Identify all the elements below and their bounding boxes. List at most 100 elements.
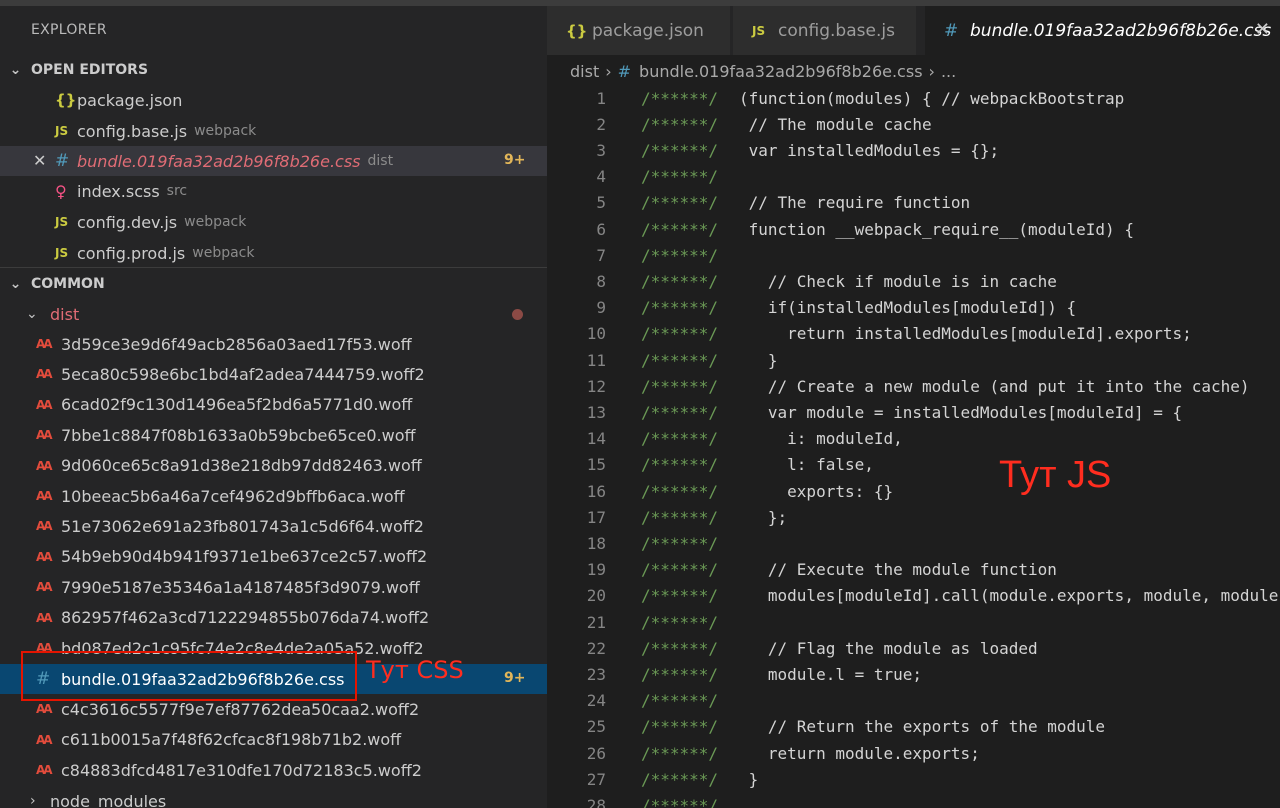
code-line: 23 /******/ module.l = true;: [547, 661, 1280, 687]
line-number: 24: [586, 691, 606, 711]
file-row[interactable]: AA 6cad02f9c130d1496ea5f2bd6a5771d0.woff: [0, 390, 547, 420]
tab-config-base[interactable]: JS config.base.js: [733, 6, 916, 55]
js-file-icon: JS: [752, 23, 766, 38]
json-file-icon: {}: [566, 21, 588, 40]
line-comment-prefix: /******/: [641, 664, 719, 684]
code-line: 20 /******/ modules[moduleId].call(module…: [547, 583, 1280, 609]
breadcrumb-more[interactable]: ...: [941, 62, 956, 81]
tab-label: package.json: [592, 20, 704, 41]
common-folder-header[interactable]: ⌄ COMMON: [0, 271, 547, 297]
close-icon[interactable]: ✕: [1255, 19, 1270, 40]
file-row[interactable]: AA 3d59ce3e9d6f49acb2856a03aed17f53.woff: [0, 329, 547, 359]
line-code: // Execute the module function: [739, 560, 1057, 580]
code-line: 9 /******/ if(installedModules[moduleId])…: [547, 295, 1280, 321]
line-comment-prefix: /******/: [641, 586, 719, 606]
js-file-icon: JS: [55, 215, 69, 229]
breadcrumb-folder[interactable]: dist: [570, 62, 599, 81]
code-line: 24 /******/: [547, 688, 1280, 714]
annotation-js-label: Тут JS: [999, 454, 1112, 496]
open-editor-desc: webpack: [194, 123, 257, 139]
file-name: c4c3616c5577f9e7ef87762dea50caa2.woff2: [61, 699, 420, 719]
file-row[interactable]: AA 9d060ce65c8a91d38e218db97dd82463.woff: [0, 451, 547, 481]
line-code: // Check if module is in cache: [739, 271, 1057, 291]
file-name: 3d59ce3e9d6f49acb2856a03aed17f53.woff: [61, 334, 412, 354]
file-name: c611b0015a7f48f62cfcac8f198b71b2.woff: [61, 730, 402, 749]
line-comment-prefix: /******/: [641, 743, 719, 763]
file-row[interactable]: AA 54b9eb90d4b941f9371e1be637ce2c57.woff2: [0, 542, 547, 572]
line-comment-prefix: /******/: [641, 167, 719, 187]
line-number: 15: [586, 455, 606, 475]
js-file-icon: JS: [55, 124, 69, 138]
tab-bundle-css[interactable]: # bundle.019faa32ad2b96f8b26e.css ✕: [925, 6, 1280, 55]
line-number: 5: [596, 193, 606, 213]
dist-folder[interactable]: ⌄ dist: [0, 299, 547, 329]
line-number: 1: [596, 88, 606, 108]
font-file-icon: AA: [36, 763, 53, 777]
code-editor[interactable]: 1 /******/ (function(modules) { // webpack…: [547, 85, 1280, 808]
line-comment-prefix: /******/: [641, 717, 719, 737]
line-comment-prefix: /******/: [641, 193, 719, 213]
tab-package-json[interactable]: {} package.json: [547, 6, 730, 55]
node-modules-folder[interactable]: › node_modules: [0, 786, 547, 808]
file-name: 7bbe1c8847f08b1633a0b59bcbe65ce0.woff: [61, 425, 416, 445]
line-code: };: [739, 507, 788, 527]
open-editor-name: bundle.019faa32ad2b96f8b26e.css: [77, 151, 361, 171]
line-code: }: [739, 769, 759, 789]
file-name: 10beeac5b6a46a7cef4962d9bffb6aca.woff: [61, 486, 405, 506]
css-file-icon: #: [617, 61, 632, 81]
line-number: 2: [596, 114, 606, 134]
file-name: 862957f462a3cd7122294855b076da74.woff2: [61, 608, 430, 628]
line-code: return installedModules[moduleId].export…: [739, 324, 1192, 344]
line-code: // Create a new module (and put it into …: [739, 376, 1250, 396]
open-editors-header[interactable]: ⌄ OPEN EDITORS: [0, 57, 547, 83]
close-icon[interactable]: ✕: [33, 151, 46, 170]
code-line: 7 /******/: [547, 242, 1280, 268]
chevron-down-icon: ⌄: [26, 306, 38, 322]
open-editor-config-prod[interactable]: JS config.prod.js webpack: [0, 238, 547, 268]
open-editor-config-base[interactable]: JS config.base.js webpack: [0, 116, 547, 146]
file-row[interactable]: AA 7bbe1c8847f08b1633a0b59bcbe65ce0.woff: [0, 420, 547, 450]
line-comment-prefix: /******/: [641, 691, 719, 711]
line-code: // Flag the module as loaded: [739, 638, 1038, 658]
open-editor-desc: webpack: [192, 245, 255, 261]
line-code: var installedModules = {};: [739, 140, 1000, 160]
font-file-icon: AA: [36, 702, 53, 716]
file-row[interactable]: AA 10beeac5b6a46a7cef4962d9bffb6aca.woff: [0, 481, 547, 511]
open-editor-package-json[interactable]: {} package.json: [0, 85, 547, 115]
open-editor-bundle-css[interactable]: ✕ # bundle.019faa32ad2b96f8b26e.css dist…: [0, 146, 547, 176]
editor-tab-bar: {} package.json JS config.base.js # bund…: [547, 6, 1280, 55]
line-comment-prefix: /******/: [641, 638, 719, 658]
line-code: if(installedModules[moduleId]) {: [739, 298, 1077, 318]
line-comment-prefix: /******/: [641, 402, 719, 422]
code-line: 18 /******/: [547, 530, 1280, 556]
font-file-icon: AA: [36, 610, 53, 625]
file-row[interactable]: AA 51e73062e691a23fb801743a1c5d6f64.woff2: [0, 511, 547, 541]
line-number: 4: [596, 167, 606, 187]
code-line: 21 /******/: [547, 609, 1280, 635]
chevron-right-icon: ›: [928, 61, 935, 81]
line-number: 12: [586, 376, 606, 396]
file-row[interactable]: AA 5eca80c598e6bc1bd4af2adea7444759.woff2: [0, 359, 547, 389]
line-number: 19: [586, 560, 606, 580]
file-row[interactable]: AA 862957f462a3cd7122294855b076da74.woff2: [0, 603, 547, 633]
code-line: 14 /******/ i: moduleId,: [547, 426, 1280, 452]
line-comment-prefix: /******/: [641, 140, 719, 160]
line-number: 13: [586, 402, 606, 422]
line-comment-prefix: /******/: [641, 429, 719, 449]
chevron-down-icon: ⌄: [9, 276, 22, 292]
line-comment-prefix: /******/: [641, 88, 719, 108]
file-row[interactable]: AA c611b0015a7f48f62cfcac8f198b71b2.woff: [0, 725, 547, 755]
problems-badge: 9+: [504, 152, 526, 168]
line-code: i: moduleId,: [739, 429, 903, 449]
line-number: 21: [586, 612, 606, 632]
file-row[interactable]: AA 7990e5187e35346a1a4187485f3d9079.woff: [0, 572, 547, 602]
breadcrumb-file[interactable]: bundle.019faa32ad2b96f8b26e.css: [639, 62, 923, 81]
open-editor-name: config.base.js: [77, 121, 188, 141]
line-comment-prefix: /******/: [641, 481, 719, 501]
file-row[interactable]: AA c84883dfcd4817e310dfe170d72183c5.woff2: [0, 755, 547, 785]
open-editor-index-scss[interactable]: ♀ index.scss src: [0, 176, 547, 206]
open-editor-config-dev[interactable]: JS config.dev.js webpack: [0, 207, 547, 237]
font-file-icon: AA: [36, 458, 53, 473]
line-comment-prefix: /******/: [641, 795, 719, 808]
line-comment-prefix: /******/: [641, 455, 719, 475]
